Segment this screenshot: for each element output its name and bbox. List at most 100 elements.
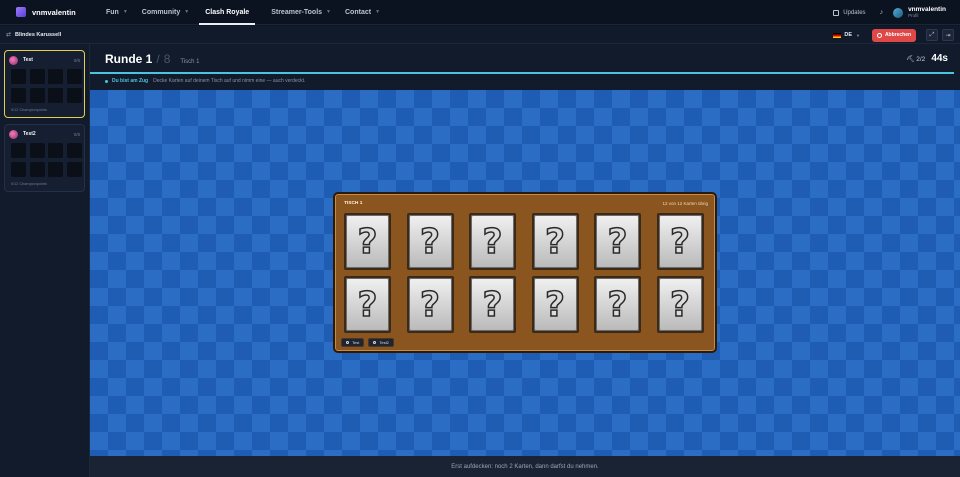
table-player-chip: Test2	[368, 338, 394, 347]
abort-button[interactable]: Abbrechen	[872, 28, 916, 42]
card-face: ?	[346, 278, 389, 331]
nav-clash-royale-label: Clash Royale	[205, 8, 250, 16]
game-arena: TISCH 1 12 von 12 Karten übrig ?????????…	[90, 90, 960, 456]
card-face: ?	[658, 215, 702, 268]
nav-streamer-tools[interactable]: Streamer-Tools ▼	[271, 0, 331, 25]
hidden-card[interactable]: ?	[406, 213, 454, 270]
player-card[interactable]: Test2 0/8 0/12 Championpoints	[4, 124, 85, 192]
nav-community[interactable]: Community ▼	[142, 0, 189, 25]
card-slot	[29, 162, 45, 177]
card-slot	[48, 162, 63, 177]
updates-button[interactable]: Updates	[833, 9, 866, 16]
language-select[interactable]: DE ▼	[833, 32, 860, 38]
card-slot	[66, 88, 82, 103]
nav-fun[interactable]: Fun ▼	[106, 0, 128, 25]
subbar-actions: DE ▼ Abbrechen ⤢ ⇥	[833, 28, 954, 42]
table-players: Test Test2	[341, 338, 398, 347]
hidden-card[interactable]: ?	[656, 276, 704, 333]
timer: 44s	[931, 53, 948, 64]
person-icon	[346, 341, 349, 344]
card-slot	[66, 143, 82, 158]
card-slot	[11, 69, 26, 84]
speaker-icon[interactable]: ♪	[880, 9, 884, 16]
round-total: 8	[163, 52, 171, 66]
card-face: ?	[596, 278, 639, 331]
chevron-down-icon: ▼	[326, 9, 331, 15]
hidden-card[interactable]: ?	[594, 213, 641, 270]
table-label: Tisch 1	[180, 59, 200, 65]
hidden-card[interactable]: ?	[531, 213, 579, 270]
turn-dot-icon	[105, 79, 108, 83]
table-card-grid: ????????????	[344, 213, 704, 333]
nav-contact[interactable]: Contact ▼	[345, 0, 380, 25]
card-table: TISCH 1 12 von 12 Karten übrig ?????????…	[333, 192, 717, 353]
round-label: Runde 1	[105, 52, 153, 66]
card-face: ?	[408, 215, 452, 268]
exit-icon: ⇥	[945, 32, 951, 39]
nav-fun-label: Fun	[106, 8, 119, 16]
table-player-name: Test	[352, 340, 360, 345]
round-info: Runde 1 / 8 Tisch 1	[105, 52, 200, 66]
question-mark-icon: ?	[419, 284, 440, 325]
brand-name: vnmvalentin	[32, 7, 76, 17]
player-score: 0/8	[73, 57, 80, 63]
hint-text: Erst aufdecken: noch 2 Karten, dann darf…	[451, 463, 599, 470]
fullscreen-button[interactable]: ⤢	[926, 29, 938, 41]
chevron-down-icon: ▼	[856, 32, 860, 38]
cards-count: ⛏ 2/2	[906, 55, 926, 63]
turn-progress	[90, 72, 954, 74]
question-mark-icon: ?	[544, 284, 565, 325]
turn-strong: Du bist am Zug	[112, 78, 149, 84]
chevron-down-icon: ▼	[375, 9, 381, 15]
hidden-card[interactable]: ?	[344, 276, 391, 333]
card-face: ?	[596, 215, 639, 268]
cards-count-value: 2/2	[916, 55, 926, 63]
nav-clash-royale[interactable]: Clash Royale	[199, 0, 256, 25]
expand-icon: ⤢	[929, 31, 935, 38]
question-mark-icon: ?	[357, 221, 378, 262]
hint-bar: Erst aufdecken: noch 2 Karten, dann darf…	[90, 456, 960, 477]
exit-button[interactable]: ⇥	[942, 29, 954, 41]
card-face: ?	[658, 278, 702, 331]
user-menu[interactable]: vnmvalentin Profil	[893, 6, 946, 19]
updates-label: Updates	[843, 9, 866, 16]
nav-right: Updates ♪ vnmvalentin Profil	[833, 0, 946, 25]
avatar	[9, 129, 18, 139]
hidden-card[interactable]: ?	[594, 276, 641, 333]
nav-contact-label: Contact	[345, 8, 372, 16]
hidden-card[interactable]: ?	[344, 213, 391, 270]
cards-left: 12 von 12 Karten übrig	[662, 201, 708, 206]
player-card-slots	[11, 69, 82, 103]
updates-icon	[833, 9, 840, 16]
card-slot	[11, 162, 26, 177]
user-name: vnmvalentin	[908, 6, 946, 13]
cancel-icon	[876, 32, 882, 38]
brand[interactable]: vnmvalentin	[16, 7, 90, 17]
avatar	[893, 7, 904, 18]
hidden-card[interactable]: ?	[469, 276, 516, 333]
hidden-card[interactable]: ?	[656, 213, 704, 270]
hidden-card[interactable]: ?	[531, 276, 579, 333]
player-card-slots	[11, 143, 82, 177]
game-subbar: ⇄ Blindes Karussell DE ▼ Abbrechen ⤢ ⇥	[0, 26, 960, 44]
card-face: ?	[471, 215, 514, 268]
player-name: Test	[23, 57, 33, 63]
player-card[interactable]: Test 0/8 0/12 Championpoints	[4, 50, 85, 118]
table-player-chip: Test	[341, 338, 365, 347]
card-face: ?	[346, 215, 389, 268]
question-mark-icon: ?	[669, 284, 690, 325]
table-player-name: Test2	[379, 340, 389, 345]
question-mark-icon: ?	[607, 284, 628, 325]
question-mark-icon: ?	[607, 221, 628, 262]
players-sidebar: Test 0/8 0/12 Championpoints Test2 0/8 0…	[0, 44, 90, 477]
player-score: 0/8	[73, 131, 80, 137]
chevron-down-icon: ▼	[184, 9, 190, 15]
turn-progress-fill	[90, 72, 954, 74]
card-slot	[48, 88, 63, 103]
player-points: 0/12 Championpoints	[11, 108, 47, 112]
turn-text: Decke Karten auf deinem Tisch auf und ni…	[153, 78, 306, 84]
hidden-card[interactable]: ?	[406, 276, 454, 333]
hidden-card[interactable]: ?	[469, 213, 516, 270]
round-separator: /	[156, 52, 160, 66]
card-face: ?	[408, 278, 452, 331]
